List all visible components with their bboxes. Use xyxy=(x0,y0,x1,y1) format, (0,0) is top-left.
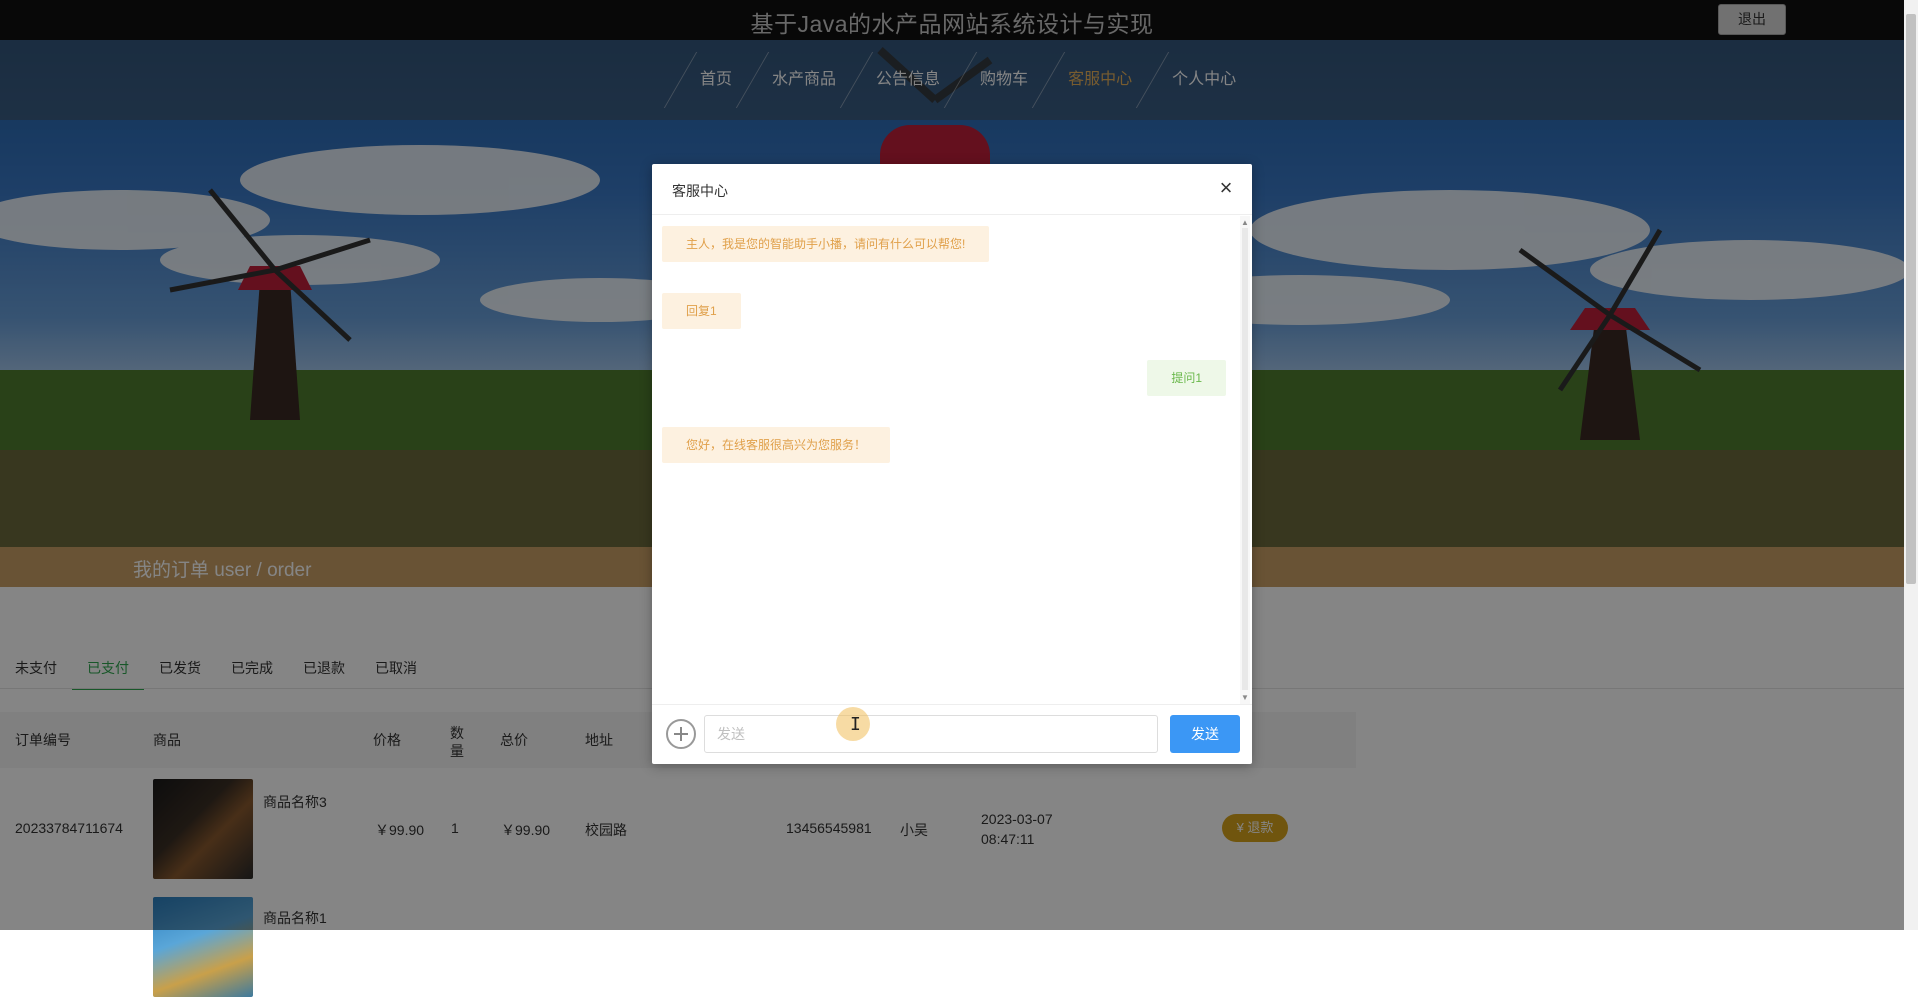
add-attachment-icon[interactable] xyxy=(666,719,696,749)
chat-message-bot: 回复1 xyxy=(662,293,741,329)
chat-message-bot: 主人，我是您的智能助手小播，请问有什么可以帮您! xyxy=(662,226,990,262)
customer-service-modal: 客服中心 × 主人，我是您的智能助手小播，请问有什么可以帮您! 回复1 提问1 … xyxy=(652,164,1252,764)
chat-input[interactable] xyxy=(704,715,1158,753)
close-icon[interactable]: × xyxy=(1214,176,1238,200)
chat-messages: 主人，我是您的智能助手小播，请问有什么可以帮您! 回复1 提问1 您好，在线客服… xyxy=(652,216,1240,704)
scrollbar-thumb[interactable] xyxy=(1906,14,1916,584)
chat-scrollbar-track[interactable] xyxy=(1242,228,1248,690)
text-cursor-icon: I xyxy=(850,714,861,735)
chat-input-bar: 发送 xyxy=(652,704,1252,765)
scroll-down-icon[interactable]: ▼ xyxy=(1241,693,1249,702)
send-button[interactable]: 发送 xyxy=(1170,715,1240,753)
chat-scrollbar[interactable]: ▲ ▼ xyxy=(1240,216,1250,704)
modal-title: 客服中心 xyxy=(672,183,728,199)
page-scrollbar[interactable] xyxy=(1904,0,1918,930)
modal-header: 客服中心 × xyxy=(652,164,1252,215)
chat-message-user: 提问1 xyxy=(1147,360,1226,396)
scroll-up-icon[interactable]: ▲ xyxy=(1241,218,1249,227)
chat-message-bot: 您好，在线客服很高兴为您服务！ xyxy=(662,427,891,463)
